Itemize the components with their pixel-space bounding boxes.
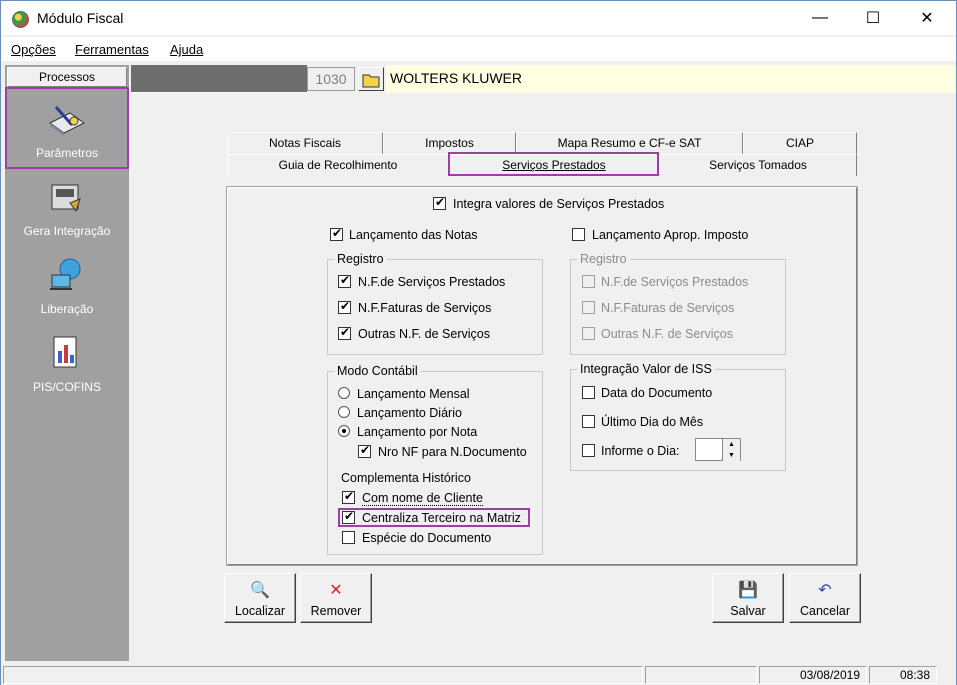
- tab-ciap[interactable]: CIAP: [743, 132, 857, 154]
- cancelar-button[interactable]: ↶ Cancelar: [789, 573, 861, 623]
- company-name: WOLTERS KLUWER: [386, 65, 956, 93]
- complementa-historico-label: Complementa Histórico: [341, 471, 471, 485]
- undo-icon: ↶: [818, 582, 832, 599]
- maximize-button[interactable]: ☐: [850, 1, 896, 35]
- outras-nf-label: Outras N.F. de Serviços: [358, 327, 490, 341]
- save-icon: 💾: [738, 582, 758, 599]
- folder-icon: [362, 74, 380, 88]
- highlight-parametros: [5, 87, 129, 169]
- menu-ferramentas[interactable]: Ferramentas: [75, 42, 149, 57]
- minimize-button[interactable]: —: [797, 1, 843, 35]
- localizar-label: Localizar: [234, 604, 286, 618]
- nro-nf-checkbox[interactable]: ✔: [358, 443, 371, 458]
- highlight-servicos-prestados: [448, 152, 659, 176]
- window-title: Módulo Fiscal: [37, 10, 124, 26]
- status-bar: 03/08/2019 08:38: [1, 663, 956, 685]
- remover-label: Remover: [310, 604, 362, 618]
- tab-guia-recolhimento[interactable]: Guia de Recolhimento: [227, 154, 449, 176]
- outras-nf-checkbox[interactable]: ✔: [338, 325, 351, 340]
- release-icon: [50, 258, 81, 290]
- tab-mapa-resumo[interactable]: Mapa Resumo e CF-e SAT: [516, 132, 743, 154]
- search-icon: 🔍: [250, 582, 270, 599]
- app-icon: [12, 11, 29, 28]
- nf-servicos-prestados-label-disabled: N.F.de Serviços Prestados: [601, 275, 749, 289]
- lancamento-notas-checkbox[interactable]: ✔: [330, 226, 343, 241]
- status-time: 08:38: [869, 666, 937, 684]
- lancamento-aprop-label: Lançamento Aprop. Imposto: [592, 228, 749, 242]
- status-date: 03/08/2019: [759, 666, 867, 684]
- com-nome-cliente-label: Com nome de Cliente: [362, 491, 483, 506]
- data-documento-checkbox[interactable]: [582, 386, 595, 399]
- nf-servicos-prestados-label: N.F.de Serviços Prestados: [358, 275, 506, 289]
- sidebar-item-label: Liberação: [40, 302, 94, 316]
- especie-documento-checkbox[interactable]: [342, 531, 355, 544]
- main-window: Módulo Fiscal — ☐ ✕ Opções Ferramentas A…: [0, 0, 957, 685]
- especie-documento-label: Espécie do Documento: [362, 531, 492, 545]
- sidebar-header: Processos: [7, 67, 127, 87]
- ultimo-dia-mes-checkbox[interactable]: [582, 415, 595, 428]
- ultimo-dia-mes-label: Último Dia do Mês: [601, 415, 704, 429]
- sidebar-item-label: Gera Integração: [23, 224, 111, 238]
- nf-servicos-prestados-checkbox[interactable]: ✔: [338, 273, 351, 288]
- nf-servicos-prestados-checkbox-disabled: [582, 275, 595, 288]
- salvar-button[interactable]: 💾 Salvar: [712, 573, 784, 623]
- outras-nf-checkbox-disabled: [582, 327, 595, 340]
- sidebar-item-pis-cofins[interactable]: PIS/COFINS: [5, 325, 129, 403]
- tab-impostos[interactable]: Impostos: [383, 132, 516, 154]
- spinner-down-icon[interactable]: ▼: [722, 450, 740, 461]
- salvar-label: Salvar: [730, 604, 766, 618]
- lancamento-por-nota-radio[interactable]: [338, 425, 350, 437]
- lancamento-diario-label: Lançamento Diário: [357, 406, 462, 420]
- nf-faturas-checkbox[interactable]: ✔: [338, 299, 351, 314]
- lancamento-notas-label: Lançamento das Notas: [349, 228, 478, 242]
- spinner-up-icon[interactable]: ▲: [722, 439, 740, 450]
- registro-title: Registro: [334, 252, 387, 266]
- company-code-field[interactable]: 1030: [307, 67, 355, 91]
- menu-opcoes[interactable]: Opções: [11, 42, 56, 57]
- sidebar-item-label: PIS/COFINS: [32, 380, 101, 394]
- data-documento-label: Data do Documento: [601, 386, 713, 400]
- highlight-centraliza-terceiro: [338, 508, 530, 527]
- dia-spinner[interactable]: ▲ ▼: [695, 438, 741, 461]
- company-bar: [131, 65, 307, 93]
- integracao-iss-title: Integração Valor de ISS: [577, 362, 715, 376]
- menu-bar: Opções Ferramentas Ajuda: [1, 37, 956, 61]
- lancamento-mensal-label: Lançamento Mensal: [357, 387, 470, 401]
- close-button[interactable]: ✕: [904, 1, 950, 35]
- remover-button[interactable]: ✕ Remover: [300, 573, 372, 623]
- integra-label: Integra valores de Serviços Prestados: [453, 197, 665, 211]
- cancelar-label: Cancelar: [799, 604, 851, 618]
- menu-ajuda[interactable]: Ajuda: [170, 42, 203, 57]
- lancamento-diario-radio[interactable]: [338, 406, 350, 418]
- sidebar-item-liberacao[interactable]: Liberação: [5, 247, 129, 325]
- nf-faturas-checkbox-disabled: [582, 301, 595, 314]
- pis-cofins-icon: [53, 336, 77, 368]
- informe-dia-label: Informe o Dia:: [601, 444, 680, 458]
- localizar-button[interactable]: 🔍 Localizar: [224, 573, 296, 623]
- nro-nf-label: Nro NF para N.Documento: [378, 445, 527, 459]
- tab-notas-fiscais[interactable]: Notas Fiscais: [227, 132, 383, 154]
- modo-contabil-title: Modo Contábil: [334, 364, 421, 378]
- outras-nf-label-disabled: Outras N.F. de Serviços: [601, 327, 733, 341]
- title-bar: Módulo Fiscal — ☐ ✕: [1, 1, 956, 35]
- lancamento-mensal-radio[interactable]: [338, 387, 350, 399]
- tab-servicos-tomados[interactable]: Serviços Tomados: [659, 154, 857, 176]
- lancamento-por-nota-label: Lançamento por Nota: [357, 425, 478, 439]
- integra-checkbox[interactable]: ✔: [433, 195, 446, 210]
- remove-icon: ✕: [329, 582, 343, 599]
- nf-faturas-label-disabled: N.F.Faturas de Serviços: [601, 301, 735, 315]
- sidebar-item-gera-integracao[interactable]: Gera Integração: [5, 169, 129, 247]
- com-nome-cliente-checkbox[interactable]: ✔: [342, 489, 355, 504]
- status-pane-main: [3, 666, 643, 684]
- status-pane-empty: [645, 666, 757, 684]
- registro-title-disabled: Registro: [577, 252, 630, 266]
- generate-integration-icon: [51, 184, 81, 213]
- company-lookup-button[interactable]: [358, 67, 384, 91]
- informe-dia-checkbox[interactable]: [582, 444, 595, 457]
- nf-faturas-label: N.F.Faturas de Serviços: [358, 301, 492, 315]
- lancamento-aprop-checkbox[interactable]: [572, 228, 585, 241]
